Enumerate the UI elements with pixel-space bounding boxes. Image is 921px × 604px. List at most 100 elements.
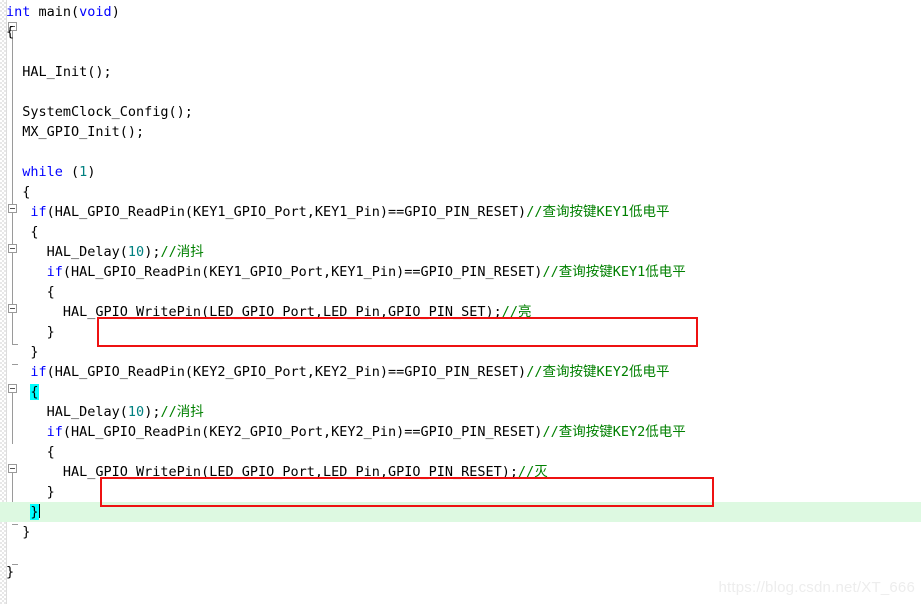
code-line[interactable]: HAL_Delay(10);//消抖 [0,242,921,262]
code-line-text: HAL_Delay(10);//消抖 [0,402,204,422]
code-line-text: HAL_Delay(10);//消抖 [0,242,204,262]
code-token-kw: if [46,264,63,280]
code-token-cmt: //查询按键KEY1低电平 [542,264,686,280]
code-line[interactable]: { [0,182,921,202]
code-line[interactable] [0,82,921,102]
code-token-pln [6,164,22,180]
code-line-text: } [0,342,39,362]
code-token-pln: HAL_GPIO_WritePin(LED_GPIO_Port,LED_Pin,… [6,304,502,320]
code-line[interactable]: { [0,442,921,462]
code-line-text: MX_GPIO_Init(); [0,122,144,142]
code-token-cmt: //亮 [501,304,532,320]
code-line-text: { [0,222,39,242]
code-token-pln: { [6,284,55,300]
code-line[interactable]: { [0,22,921,42]
code-token-pln: (HAL_GPIO_ReadPin(KEY1_GPIO_Port,KEY1_Pi… [46,204,527,220]
code-line[interactable]: if(HAL_GPIO_ReadPin(KEY1_GPIO_Port,KEY1_… [0,262,921,282]
code-line[interactable]: { [0,282,921,302]
code-line[interactable] [0,42,921,62]
code-line[interactable]: HAL_Init(); [0,62,921,82]
code-token-pln [6,204,30,220]
code-token-pln: (HAL_GPIO_ReadPin(KEY1_GPIO_Port,KEY1_Pi… [62,264,543,280]
code-token-cmt: //查询按键KEY2低电平 [526,364,670,380]
code-line[interactable]: } [0,342,921,362]
code-line[interactable]: } [0,522,921,542]
code-token-pln: { [6,184,31,200]
code-line-text: { [0,282,55,302]
code-line[interactable]: } [0,482,921,502]
code-line-text: } [0,482,55,502]
code-token-num: 10 [127,404,145,420]
code-line-text: SystemClock_Config(); [0,102,193,122]
code-token-pln: (HAL_GPIO_ReadPin(KEY2_GPIO_Port,KEY2_Pi… [46,364,527,380]
code-line[interactable]: if(HAL_GPIO_ReadPin(KEY1_GPIO_Port,KEY1_… [0,202,921,222]
code-token-pln: MX_GPIO_Init(); [6,124,145,140]
code-token-pln: ); [144,244,161,260]
code-token-pln: HAL_Init(); [6,64,112,80]
code-token-brace-match: { [30,384,39,400]
code-token-kw: if [30,204,47,220]
code-token-pln: { [6,24,15,40]
code-line[interactable]: HAL_GPIO_WritePin(LED_GPIO_Port,LED_Pin,… [0,302,921,322]
code-line-text: { [0,22,14,42]
code-token-pln: } [6,484,55,500]
code-line[interactable]: { [0,382,921,402]
code-token-cmt: //消抖 [160,404,204,420]
code-line-text: HAL_GPIO_WritePin(LED_GPIO_Port,LED_Pin,… [0,462,548,482]
code-line[interactable]: HAL_Delay(10);//消抖 [0,402,921,422]
code-token-pln: (HAL_GPIO_ReadPin(KEY2_GPIO_Port,KEY2_Pi… [62,424,543,440]
code-token-cmt: //查询按键KEY1低电平 [526,204,670,220]
code-line[interactable]: if(HAL_GPIO_ReadPin(KEY2_GPIO_Port,KEY2_… [0,422,921,442]
code-token-pln: { [6,224,39,240]
code-token-kw: while [22,164,63,180]
code-line-text: if(HAL_GPIO_ReadPin(KEY2_GPIO_Port,KEY2_… [0,422,686,442]
code-token-pln: main [38,4,72,20]
code-token-num: 10 [127,244,145,260]
code-line[interactable]: MX_GPIO_Init(); [0,122,921,142]
code-line-text: { [0,442,55,462]
code-line-text: int main(void) [0,2,120,22]
code-token-kw: if [46,424,63,440]
code-token-kw: void [79,4,112,20]
code-line[interactable] [0,142,921,162]
code-token-pln: ( [71,4,80,20]
code-token-kw: int [6,4,39,20]
code-token-cmt: //消抖 [160,244,204,260]
code-token-pln: } [6,524,31,540]
code-line-text: } [0,322,55,342]
code-line-text: if(HAL_GPIO_ReadPin(KEY1_GPIO_Port,KEY1_… [0,202,669,222]
code-line[interactable]: { [0,222,921,242]
code-line[interactable] [0,542,921,562]
code-token-pln [6,504,30,520]
code-line[interactable]: int main(void) [0,2,921,22]
code-line-text: if(HAL_GPIO_ReadPin(KEY2_GPIO_Port,KEY2_… [0,362,669,382]
code-line-text: } [0,502,40,522]
watermark-text: https://blog.csdn.net/XT_666 [718,579,915,596]
code-line[interactable]: if(HAL_GPIO_ReadPin(KEY2_GPIO_Port,KEY2_… [0,362,921,382]
code-line[interactable]: HAL_GPIO_WritePin(LED_GPIO_Port,LED_Pin,… [0,462,921,482]
code-token-brace-match: } [30,504,39,520]
code-editor-surface[interactable]: int main(void){ HAL_Init(); SystemClock_… [0,0,921,604]
code-token-pln: { [6,444,55,460]
code-token-pln: HAL_Delay( [6,244,128,260]
code-token-pln: ( [62,164,80,180]
code-token-pln [6,384,30,400]
code-token-pln: } [6,344,39,360]
code-line[interactable]: } [0,502,921,522]
code-token-pln: } [6,564,15,580]
code-line-text: { [0,182,30,202]
code-token-pln: ) [111,4,120,20]
code-token-pln [6,424,47,440]
code-line[interactable]: while (1) [0,162,921,182]
code-token-cmt: //查询按键KEY2低电平 [542,424,686,440]
code-token-pln [6,364,30,380]
code-line-text: } [0,522,30,542]
code-line[interactable]: } [0,322,921,342]
code-line-text: { [0,382,39,402]
code-token-pln: } [6,324,55,340]
code-token-pln: HAL_Delay( [6,404,128,420]
code-text-layer[interactable]: int main(void){ HAL_Init(); SystemClock_… [0,0,921,604]
code-line[interactable]: SystemClock_Config(); [0,102,921,122]
code-token-pln: HAL_GPIO_WritePin(LED_GPIO_Port,LED_Pin,… [6,464,519,480]
code-token-pln [6,264,47,280]
